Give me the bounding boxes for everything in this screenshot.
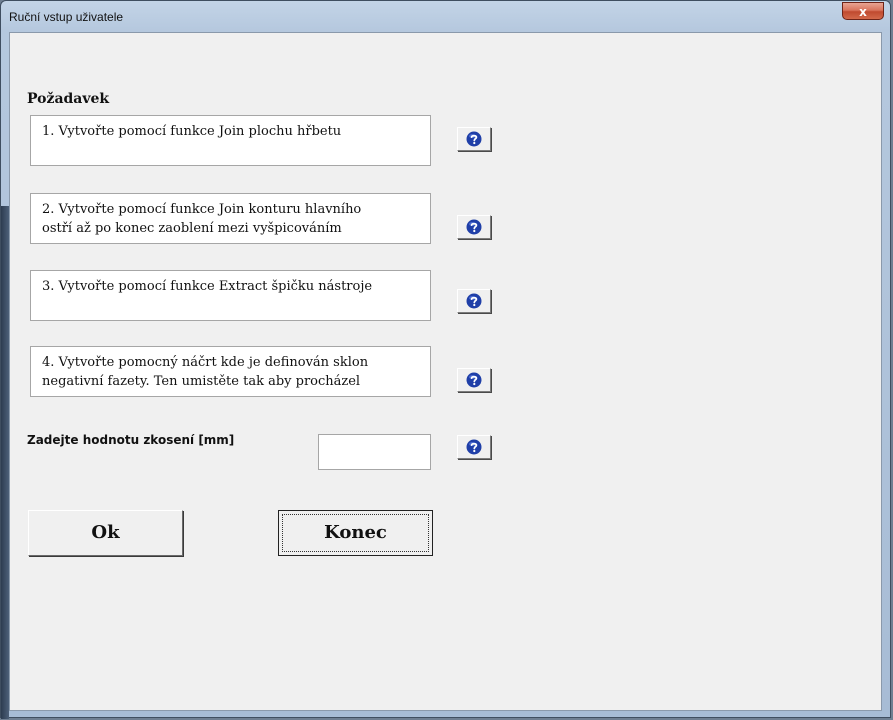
close-button[interactable]: x (842, 2, 884, 20)
chamfer-label: Zadejte hodnotu zkosení [mm] (27, 433, 235, 447)
requirement-2-line-2: ostří až po konec zaoblení mezi vyšpicov… (42, 221, 342, 236)
question-mark-icon (466, 439, 482, 455)
end-button[interactable]: Konec (278, 510, 433, 556)
help-button-4[interactable] (457, 368, 491, 392)
help-button-2[interactable] (457, 215, 491, 239)
requirement-3-line-1: 3. Vytvořte pomocí funkce Extract špičku… (42, 279, 373, 294)
requirement-2-line-1: 2. Vytvořte pomocí funkce Join konturu h… (42, 202, 362, 217)
requirement-box-1: 1. Vytvořte pomocí funkce Join plochu hř… (30, 115, 431, 166)
question-mark-icon (466, 219, 482, 235)
help-button-1[interactable] (457, 127, 491, 151)
chamfer-input[interactable] (318, 434, 431, 470)
requirement-box-2: 2. Vytvořte pomocí funkce Join konturu h… (30, 193, 431, 244)
title-bar[interactable]: Ruční vstup uživatele x (1, 1, 890, 33)
background-window-edge (1, 206, 9, 719)
focus-ring: Konec (282, 514, 429, 552)
end-button-label: Konec (324, 522, 387, 543)
section-title: Požadavek (27, 91, 110, 107)
question-mark-icon (466, 131, 482, 147)
requirement-4-line-2: negativní fazety. Ten umistěte tak aby p… (42, 374, 361, 389)
dialog-client-area: Požadavek 1. Vytvořte pomocí funkce Join… (9, 32, 882, 711)
window-title: Ruční vstup uživatele (9, 10, 124, 24)
requirement-1-line-1: 1. Vytvořte pomocí funkce Join plochu hř… (42, 124, 342, 139)
question-mark-icon (466, 293, 482, 309)
close-icon: x (859, 5, 867, 19)
requirement-box-3: 3. Vytvořte pomocí funkce Extract špičku… (30, 270, 431, 321)
requirement-box-4: 4. Vytvořte pomocný náčrt kde je definov… (30, 346, 431, 397)
question-mark-icon (466, 372, 482, 388)
dialog-window: Ruční vstup uživatele x Požadavek 1. Vyt… (0, 0, 891, 719)
ok-button[interactable]: Ok (28, 510, 183, 556)
help-button-3[interactable] (457, 289, 491, 313)
ok-button-label: Ok (91, 522, 120, 543)
help-button-chamfer[interactable] (457, 435, 491, 459)
requirement-4-line-1: 4. Vytvořte pomocný náčrt kde je definov… (42, 355, 369, 370)
